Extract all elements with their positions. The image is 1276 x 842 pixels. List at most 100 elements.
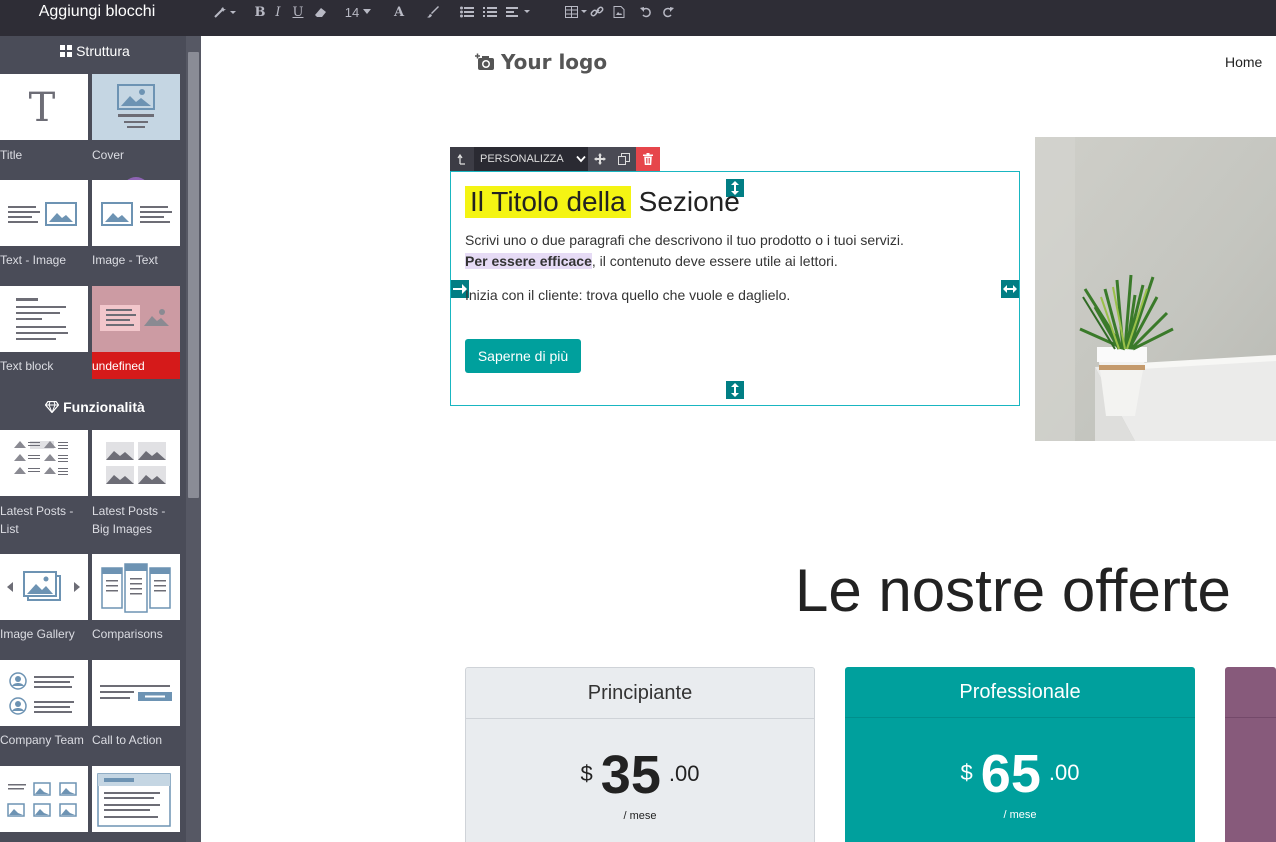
site-logo[interactable]: Your logo (475, 50, 607, 74)
section-title-highlight: Il Titolo della (465, 186, 631, 218)
latest-posts-big-images-icon (106, 442, 166, 484)
block-label-call-to-action: Call to Action (92, 733, 163, 747)
resize-right-handle[interactable] (1001, 280, 1019, 298)
snippet-options-bar: PERSONALIZZA (450, 147, 660, 171)
block-thumb-call-to-action[interactable] (92, 660, 180, 726)
price-decimals: .00 (668, 761, 700, 786)
price-period: / mese (1003, 809, 1037, 821)
paragraph-1-text: Scrivi uno o due paragrafi che descrivon… (465, 232, 904, 248)
italic-icon[interactable]: I (273, 4, 283, 20)
block-thumb-text-block[interactable] (0, 286, 88, 352)
offers-title[interactable]: Le nostre offerte (795, 556, 1231, 625)
section-title-rest: Sezione (638, 186, 740, 217)
nav-link-home[interactable]: Home (1225, 54, 1262, 70)
pricing-card-professional: Professionale $ 65 .00 / mese (845, 667, 1195, 842)
underline-icon[interactable]: U (292, 4, 304, 20)
move-button[interactable] (588, 147, 612, 171)
font-color-icon[interactable]: A (392, 4, 406, 20)
horizontal-arrows-icon (1003, 285, 1017, 293)
title-block-icon: T (29, 85, 56, 131)
block-thumb-image-gallery[interactable] (0, 554, 88, 620)
price-decimals: .00 (1048, 760, 1080, 785)
pricing-card-third (1225, 667, 1276, 842)
learn-more-button[interactable]: Saperne di più (465, 339, 581, 373)
bold-icon[interactable]: B (254, 4, 266, 20)
level-up-icon (457, 153, 465, 165)
paragraph-1-rest: , il contenuto deve essere utile ai lett… (591, 253, 838, 269)
plant-image (1035, 137, 1276, 441)
block-thumb-cover[interactable] (92, 74, 180, 140)
resize-bottom-handle[interactable] (726, 381, 744, 399)
link-icon[interactable] (590, 4, 604, 20)
diamond-icon (44, 400, 60, 414)
section-paragraph-2[interactable]: Inizia con il cliente: trova quello che … (465, 287, 790, 303)
duplicate-icon (618, 153, 630, 165)
price: $ 65 .00 (845, 744, 1195, 804)
block-label-latest-posts-big-images: Latest Posts - Big Images (92, 504, 166, 536)
paragraph-1-bold: Per essere efficace (465, 253, 592, 269)
block-label-title: Title (0, 148, 23, 162)
select-parent-button[interactable] (450, 147, 474, 171)
section-heading-features: Funzionalità (0, 399, 190, 415)
section-heading-structure: Struttura (0, 43, 190, 59)
pricing-card-body: $ 65 .00 / mese (845, 718, 1195, 842)
section-image[interactable] (1035, 137, 1276, 441)
block-thumb-image-grid[interactable] (0, 766, 88, 832)
block-thumb-image-text[interactable] (92, 180, 180, 246)
block-thumb-text-image[interactable] (0, 180, 88, 246)
text-image-block-icon (8, 202, 77, 226)
section-paragraph-1[interactable]: Scrivi uno o due paragrafi che descrivon… (465, 230, 1015, 272)
delete-button[interactable] (636, 147, 660, 171)
block-thumb-latest-posts-big-images[interactable] (92, 430, 180, 496)
magic-wand-icon[interactable] (213, 4, 239, 20)
text-block-icon (16, 298, 68, 340)
image-gallery-icon (7, 571, 80, 601)
pricing-card-title (1225, 667, 1276, 718)
move-icon (594, 153, 606, 165)
unordered-list-icon[interactable] (460, 4, 474, 20)
block-thumb-company-team[interactable] (0, 660, 88, 726)
block-thumb-latest-posts-list[interactable] (0, 430, 88, 496)
trash-icon (643, 153, 653, 165)
block-label-text-block: Text block (0, 359, 54, 373)
block-thumb-undefined[interactable] (92, 286, 180, 352)
block-label-comparisons: Comparisons (92, 627, 163, 641)
price-currency: $ (580, 761, 593, 786)
cover-block-icon (117, 84, 155, 128)
comparisons-icon (101, 563, 171, 613)
eraser-icon[interactable] (313, 4, 329, 20)
block-label-company-team: Company Team (0, 733, 84, 747)
block-thumb-title[interactable]: T (0, 74, 88, 140)
image-icon[interactable] (612, 4, 626, 20)
price-amount: 65 (980, 744, 1041, 804)
block-label-latest-posts-list: Latest Posts - List (0, 504, 74, 536)
image-text-block-icon (101, 202, 172, 226)
align-dropdown[interactable] (506, 4, 534, 20)
font-size-dropdown[interactable]: 14 (343, 4, 373, 20)
duplicate-button[interactable] (612, 147, 636, 171)
chevron-down-icon (576, 155, 586, 163)
editor-toolbar: Aggiungi blocchi B I U 14 A (0, 0, 1276, 36)
undo-icon[interactable] (639, 4, 653, 20)
block-thumb-comparisons[interactable] (92, 554, 180, 620)
add-blocks-title: Aggiungi blocchi (38, 3, 156, 20)
ordered-list-icon[interactable] (483, 4, 497, 20)
customize-dropdown[interactable]: PERSONALIZZA (474, 147, 588, 171)
grid-icon (60, 45, 73, 57)
pricing-card-body: $ 35 .00 / mese (466, 719, 814, 842)
price-amount: 35 (600, 745, 661, 805)
block-thumb-content-list[interactable] (92, 766, 180, 832)
image-grid-icon (7, 782, 77, 817)
section-heading-features-label: Funzionalità (63, 399, 145, 415)
block-label-image-gallery: Image Gallery (0, 627, 75, 641)
call-to-action-icon (100, 685, 172, 701)
company-team-icon (9, 672, 74, 715)
price: $ 35 .00 (466, 745, 814, 805)
pricing-card-beginner: Principiante $ 35 .00 / mese (465, 667, 815, 842)
paint-brush-icon[interactable] (426, 4, 440, 20)
section-title[interactable]: Il Titolo della Sezione (465, 186, 740, 218)
table-icon[interactable] (565, 4, 589, 20)
redo-icon[interactable] (661, 4, 675, 20)
latest-posts-list-icon (14, 441, 68, 475)
sidebar-scrollbar-thumb[interactable] (188, 52, 199, 498)
